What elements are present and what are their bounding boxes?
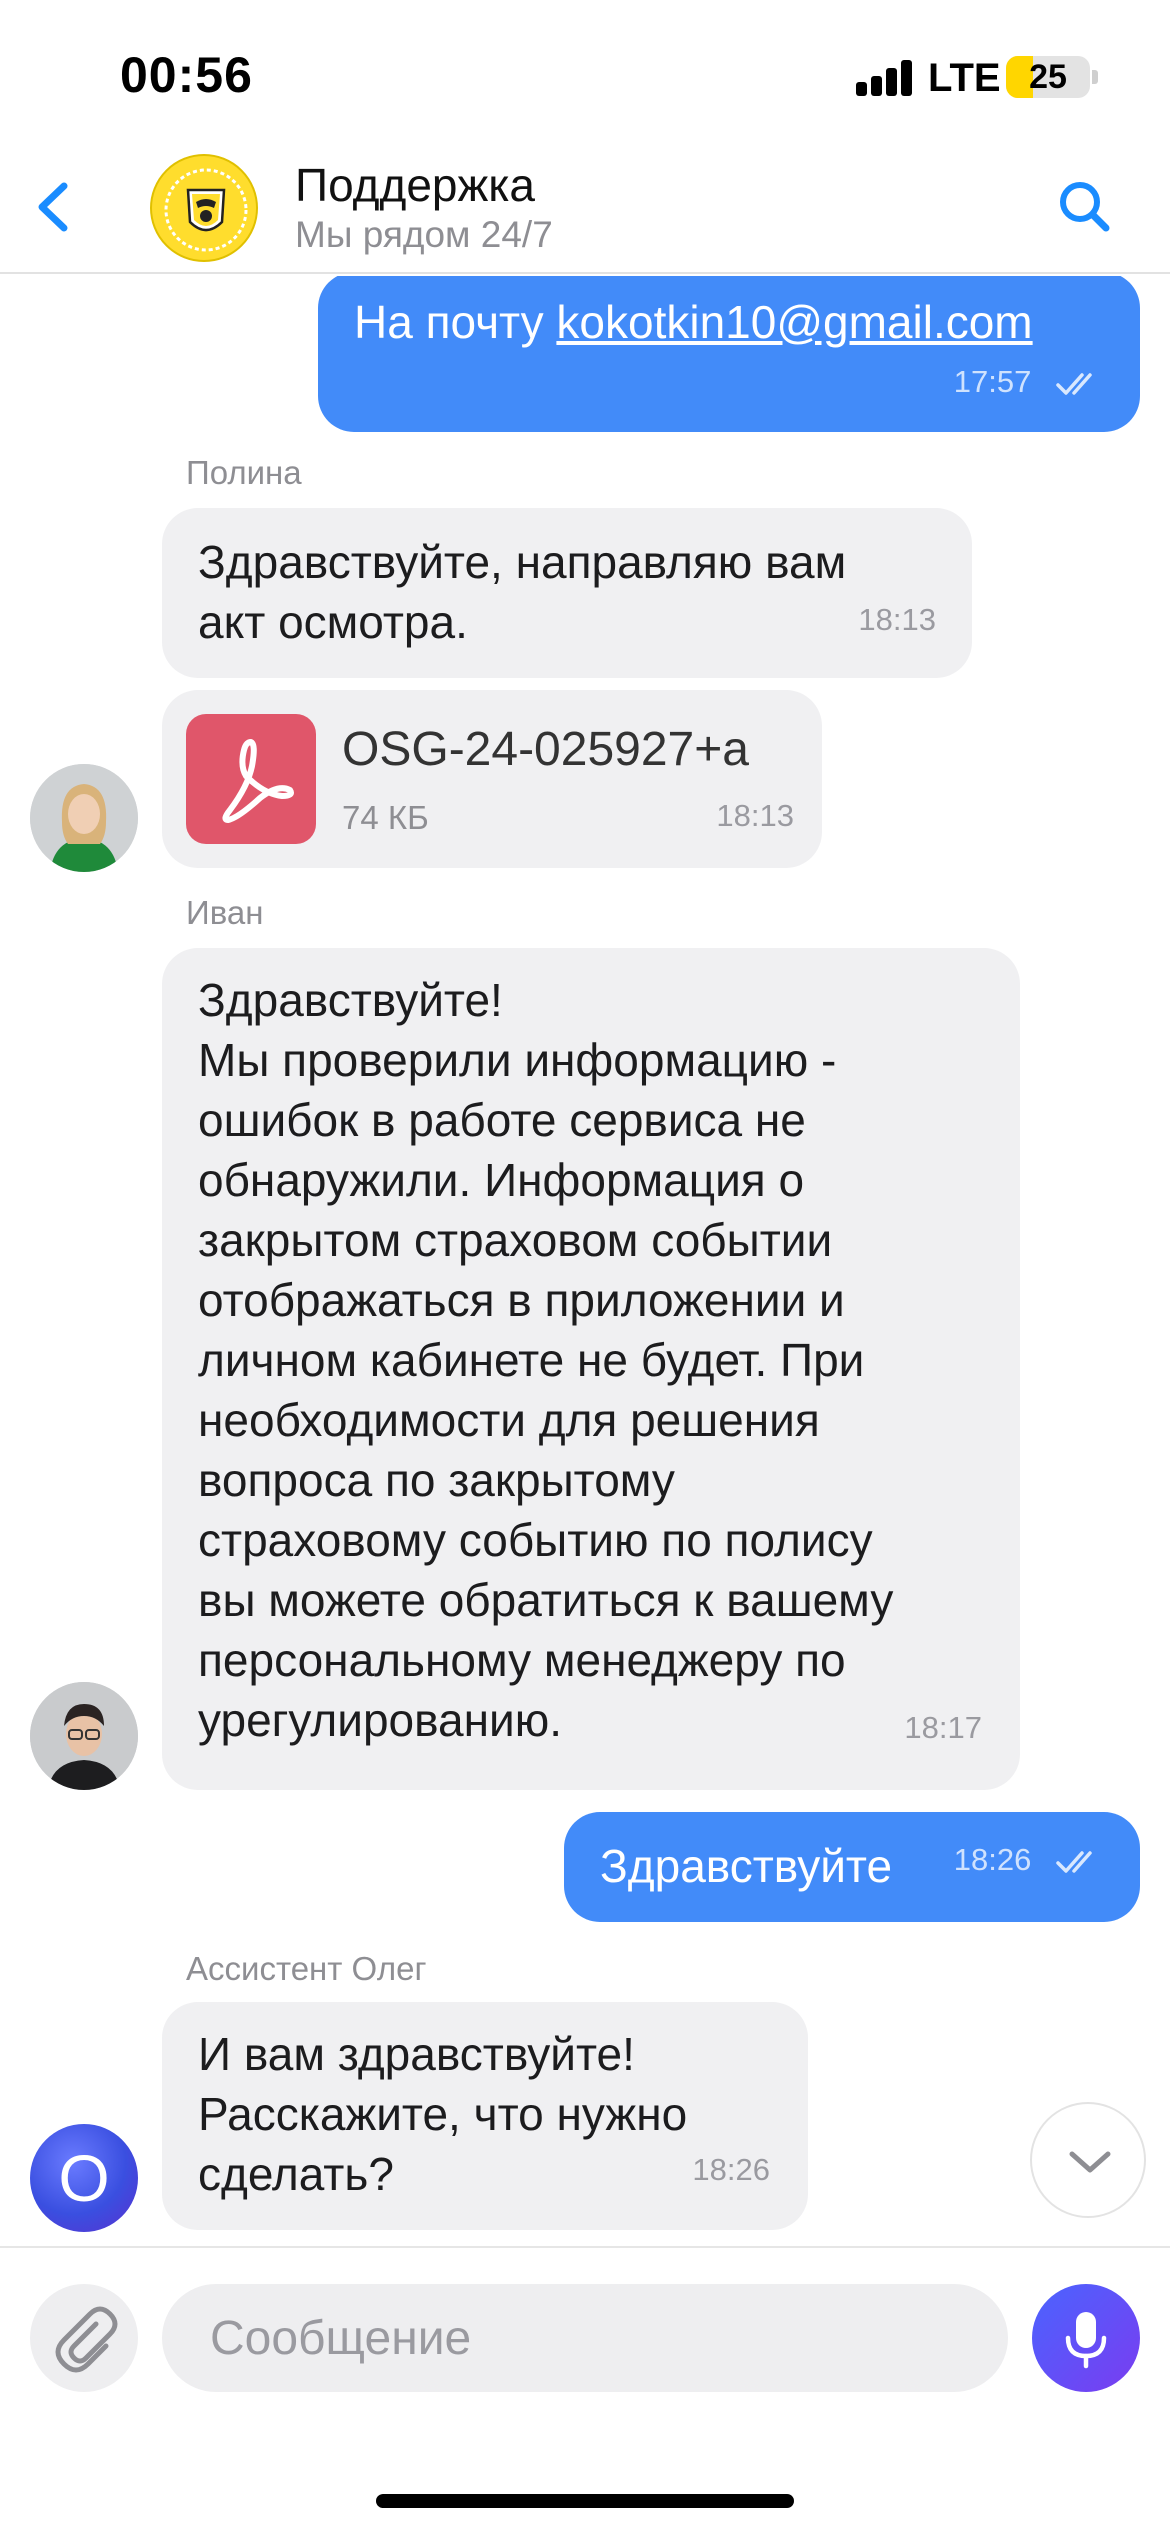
chat-subtitle: Мы рядом 24/7 [295,214,553,255]
status-time: 00:56 [120,47,253,103]
message-list[interactable]: На почту kokotkin10@gmail.com 17:57 Поли… [0,276,1170,2246]
message-line: необходимости для решения [198,1394,820,1446]
message-line: закрытом страховом событии [198,1214,833,1266]
message-line: Здравствуйте, направляю вам [198,536,847,588]
microphone-button[interactable] [1032,2284,1140,2392]
message-text-prefix: На почту [354,296,557,348]
avatar-assistant-oleg[interactable]: O [30,2124,138,2232]
message-line: И вам здравствуйте! [198,2028,635,2080]
message-text: Здравствуйте [600,1840,893,1892]
message-line: отображаться в приложении и [198,1274,845,1326]
message-line: Здравствуйте! [198,974,503,1026]
message-time: 18:13 [716,798,794,833]
message-line: Расскажите, что нужно [198,2088,688,2140]
message-line: акт осмотра. [198,596,468,648]
incoming-message[interactable]: Здравствуйте, направляю вам акт осмотра.… [162,508,972,678]
message-line: персональному менеджеру по [198,1634,846,1686]
tinkoff-logo-icon[interactable] [150,154,258,262]
chat-title: Поддержка [295,159,535,211]
double-check-icon [1056,370,1102,398]
sender-name: Ассистент Олег [186,1950,427,1987]
back-chevron-icon [38,182,68,232]
file-attachment-message[interactable]: OSG-24-025927+a 74 КБ 18:13 [162,690,822,868]
message-line: урегулированию. [198,1694,563,1746]
message-text: На почту kokotkin10@gmail.com [354,292,1033,352]
message-line: обнаружили. Информация о [198,1154,805,1206]
sender-name: Полина [186,454,302,491]
avatar-ivan[interactable] [30,1682,138,1790]
avatar-polina[interactable] [30,764,138,872]
message-meta: 17:57 [954,352,1102,412]
scroll-down-button[interactable] [1030,2102,1146,2218]
network-type: LTE [928,56,1001,100]
cellular-signal-icon [856,60,914,96]
message-time: 18:26 [953,1842,1032,1877]
message-time: 18:13 [858,602,936,637]
incoming-message[interactable]: И вам здравствуйте! Расскажите, что нужн… [162,2002,808,2230]
message-meta: 18:26 [954,1830,1102,1890]
chat-header: Поддержка Мы рядом 24/7 [0,150,1170,274]
outgoing-message[interactable]: На почту kokotkin10@gmail.com 17:57 [318,276,1140,432]
attach-button[interactable] [30,2284,138,2392]
message-line: страховому событию по полису [198,1514,873,1566]
file-name: OSG-24-025927+a [342,723,749,776]
back-button[interactable] [20,172,90,242]
message-time: 18:26 [692,2152,770,2187]
message-line: сделать? [198,2148,394,2200]
message-time: 18:17 [904,1710,982,1745]
message-input[interactable] [162,2284,1008,2392]
microphone-icon [1065,2312,1107,2369]
double-check-icon [1056,1851,1092,1873]
home-indicator [376,2494,794,2508]
paperclip-icon [55,2306,118,2373]
scroll-down-chevron-icon [1069,2151,1111,2173]
battery-icon: 25 [1006,56,1090,98]
file-size: 74 КБ [342,799,429,836]
search-button[interactable] [1050,172,1120,242]
battery-level: 25 [1029,58,1067,96]
message-line: Мы проверили информацию - [198,1034,837,1086]
outgoing-message[interactable]: Здравствуйте 18:26 [564,1812,1140,1922]
status-bar: 00:56 LTE 25 [0,0,1170,150]
avatar-letter: O [58,2141,110,2215]
search-icon [1060,182,1110,232]
email-link[interactable]: kokotkin10@gmail.com [556,296,1032,348]
message-line: ошибок в работе сервиса не [198,1094,806,1146]
message-time: 17:57 [953,364,1032,399]
incoming-message[interactable]: Здравствуйте! Мы проверили информацию - … [162,948,1020,1790]
message-line: вы можете обратиться к вашему [198,1574,894,1626]
battery-cap [1092,70,1098,84]
pdf-icon [186,714,316,844]
message-line: личном кабинете не будет. При [198,1334,865,1386]
message-line: вопроса по закрытому [198,1454,675,1506]
composer-bar [0,2246,1170,2532]
sender-name: Иван [186,894,264,931]
